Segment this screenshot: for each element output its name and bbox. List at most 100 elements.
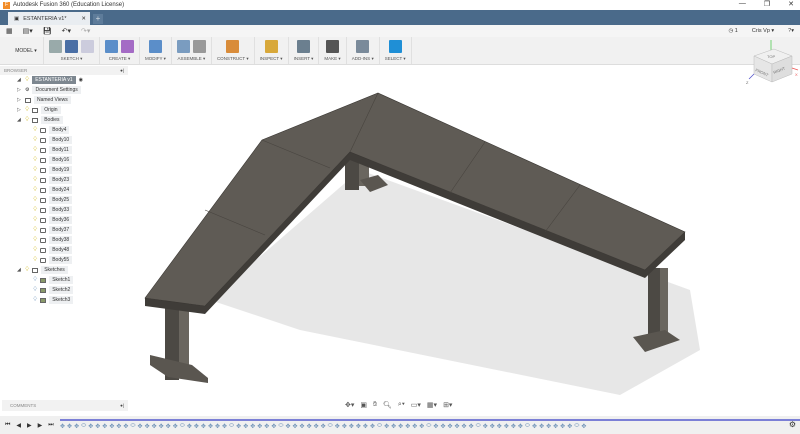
tree-item-bodies[interactable]: ◢ 💡︎ Bodies <box>0 115 130 125</box>
timeline-feature-icon[interactable]: ✥ <box>123 423 128 430</box>
toolbar-tool-icon[interactable] <box>121 40 134 53</box>
timeline-feature-icon[interactable]: ✥ <box>462 423 467 430</box>
visibility-bulb-icon[interactable]: 💡︎ <box>33 297 37 304</box>
tree-item-body[interactable]: 💡︎ Body25 <box>0 195 130 205</box>
timeline-feature-icon[interactable]: ✥ <box>109 423 114 430</box>
toolbar-tool-icon[interactable] <box>296 40 310 53</box>
toolbar-group-modify[interactable]: MODIFY ▾ <box>140 37 172 64</box>
visibility-bulb-icon[interactable]: 💡︎ <box>33 177 37 184</box>
data-panel-grid-icon[interactable]: ▦ <box>6 27 13 35</box>
expanded-icon[interactable]: ◢ <box>17 267 22 273</box>
timeline-feature-icon[interactable]: ⬭ <box>278 423 283 430</box>
toolbar-group-label[interactable]: ASSEMBLE ▾ <box>178 56 206 62</box>
timeline-feature-icon[interactable]: ✥ <box>342 423 347 430</box>
visibility-bulb-icon[interactable]: 💡︎ <box>25 267 29 274</box>
tree-item-sketch[interactable]: 💡︎ Sketch2 <box>0 285 130 295</box>
timeline-feature-icon[interactable]: ✥ <box>257 423 262 430</box>
timeline-feature-icon[interactable]: ✥ <box>398 423 403 430</box>
visibility-bulb-icon[interactable]: 💡︎ <box>33 277 37 284</box>
timeline-feature-icon[interactable]: ✥ <box>222 423 227 430</box>
toolbar-group-label[interactable]: MAKE ▾ <box>324 56 340 62</box>
visibility-bulb-icon[interactable]: 💡︎ <box>33 187 37 194</box>
collapsed-icon[interactable]: ▷ <box>17 107 22 113</box>
timeline-feature-icon[interactable]: ✥ <box>166 423 171 430</box>
toolbar-tool-icon[interactable] <box>192 40 206 53</box>
timeline-feature-icon[interactable]: ✥ <box>370 423 375 430</box>
timeline-feature-icon[interactable]: ✥ <box>300 423 305 430</box>
tree-item-body[interactable]: 💡︎ Body19 <box>0 165 130 175</box>
toolbar-tool-icon[interactable] <box>105 40 118 53</box>
timeline-feature-icon[interactable]: ✥ <box>412 423 417 430</box>
timeline-feature-icon[interactable]: ✥ <box>384 423 389 430</box>
visibility-bulb-icon[interactable]: 💡︎ <box>25 77 29 84</box>
tree-item-body[interactable]: 💡︎ Body23 <box>0 175 130 185</box>
timeline-feature-icon[interactable]: ✥ <box>250 423 255 430</box>
tree-item-body[interactable]: 💡︎ Body16 <box>0 155 130 165</box>
timeline-feature-icon[interactable]: ✥ <box>116 423 121 430</box>
toolbar-group-make[interactable]: MAKE ▾ <box>319 37 347 64</box>
timeline-feature-icon[interactable]: ✥ <box>504 423 509 430</box>
timeline-feature-icon[interactable]: ✥ <box>208 423 213 430</box>
pan-icon[interactable]: ✋︎ <box>373 401 377 409</box>
toolbar-tool-icon[interactable] <box>49 40 62 53</box>
timeline-feature-icon[interactable]: ✥ <box>187 423 192 430</box>
zoom-icon[interactable]: 🔍︎ <box>383 401 392 409</box>
visibility-bulb-icon[interactable]: 💡︎ <box>33 127 37 134</box>
tree-item-sketch[interactable]: 💡︎ Sketch3 <box>0 295 130 305</box>
file-menu-icon[interactable]: ▤▾ <box>23 27 33 35</box>
timeline-feature-icon[interactable]: ✥ <box>102 423 107 430</box>
timeline-feature-icon[interactable]: ⬭ <box>81 423 86 430</box>
toolbar-group-create[interactable]: CREATE ▾ <box>100 37 140 64</box>
tree-item-body[interactable]: 💡︎ Body4 <box>0 125 130 135</box>
timeline-feature-icon[interactable]: ✥ <box>419 423 424 430</box>
toolbar-group-label[interactable]: CREATE ▾ <box>109 56 130 62</box>
timeline-feature-icon[interactable]: ✥ <box>363 423 368 430</box>
tree-item-document-settings[interactable]: ▷ ⚙ Document Settings <box>0 85 130 95</box>
timeline-feature-icon[interactable]: ⬭ <box>130 423 135 430</box>
new-tab-button[interactable]: + <box>93 14 103 24</box>
visibility-bulb-icon[interactable]: 💡︎ <box>33 227 37 234</box>
timeline-feature-icon[interactable]: ✥ <box>88 423 93 430</box>
toolbar-tool-icon[interactable] <box>65 40 78 53</box>
workspace-switcher[interactable]: MODEL ▾ <box>0 37 44 64</box>
timeline-feature-icon[interactable]: ✥ <box>455 423 460 430</box>
timeline-feature-icon[interactable]: ✥ <box>356 423 361 430</box>
tree-item-sketch[interactable]: 💡︎ Sketch1 <box>0 275 130 285</box>
timeline-feature-icon[interactable]: ✥ <box>307 423 312 430</box>
timeline-feature-icon[interactable]: ✥ <box>440 423 445 430</box>
fit-icon[interactable]: ⌕▾ <box>398 401 405 409</box>
collapsed-icon[interactable]: ▷ <box>17 87 22 93</box>
toolbar-tool-icon[interactable] <box>148 40 162 53</box>
timeline-feature-icon[interactable]: ✥ <box>391 423 396 430</box>
timeline-settings-gear-icon[interactable]: ⚙ <box>789 420 796 429</box>
timeline-feature-icon[interactable]: ⬭ <box>525 423 530 430</box>
visibility-bulb-icon[interactable]: 💡︎ <box>33 257 37 264</box>
timeline-track[interactable]: ✥ ✥ ✥ ⬭ ✥ ✥ ✥ ✥ ✥ ✥ ⬭ ✥ ✥ ✥ ✥ ✥ ✥ ⬭ ✥ ✥ ✥ ✥ ✥ ✥ ⬭ ✥ ✥ ✥ ✥ ✥ ✥ ⬭ ✥ ✥ ✥ ✥ ✥ ✥ ⬭ ✥… <box>60 419 800 431</box>
timeline-feature-icon[interactable]: ✥ <box>518 423 523 430</box>
timeline-feature-icon[interactable]: ⬭ <box>476 423 481 430</box>
timeline-feature-icon[interactable]: ✥ <box>349 423 354 430</box>
tree-item-body[interactable]: 💡︎ Body48 <box>0 245 130 255</box>
timeline-feature-icon[interactable]: ✥ <box>567 423 572 430</box>
timeline-feature-icon[interactable]: ✥ <box>433 423 438 430</box>
restore-button[interactable]: ❐ <box>764 0 770 8</box>
timeline-feature-icon[interactable]: ✥ <box>60 423 65 430</box>
timeline-feature-icon[interactable]: ✥ <box>497 423 502 430</box>
timeline-feature-icon[interactable]: ✥ <box>511 423 516 430</box>
visibility-bulb-icon[interactable]: 💡︎ <box>33 207 37 214</box>
tree-root[interactable]: ◢ 💡︎ ESTANTERIA v1 ◉ <box>0 75 130 85</box>
toolbar-group-add-ins[interactable]: ADD-INS ▾ <box>347 37 380 64</box>
tree-item-body[interactable]: 💡︎ Body55 <box>0 255 130 265</box>
toolbar-tool-icon[interactable] <box>326 40 340 53</box>
tree-item-body[interactable]: 💡︎ Body36 <box>0 215 130 225</box>
collapsed-icon[interactable]: ▷ <box>17 97 22 103</box>
timeline-feature-icon[interactable]: ✥ <box>67 423 72 430</box>
go-to-start-button[interactable]: ⏮ <box>5 422 10 429</box>
visibility-bulb-icon[interactable]: 💡︎ <box>33 197 37 204</box>
toolbar-group-label[interactable]: INSERT ▾ <box>294 56 314 62</box>
activate-radio-icon[interactable]: ◉ <box>79 77 83 83</box>
timeline-feature-icon[interactable]: ✥ <box>405 423 410 430</box>
tree-item-sketches[interactable]: ◢ 💡︎ Sketches <box>0 265 130 275</box>
timeline-feature-icon[interactable]: ⬭ <box>328 423 333 430</box>
help-menu[interactable]: ?▾ <box>788 28 794 34</box>
